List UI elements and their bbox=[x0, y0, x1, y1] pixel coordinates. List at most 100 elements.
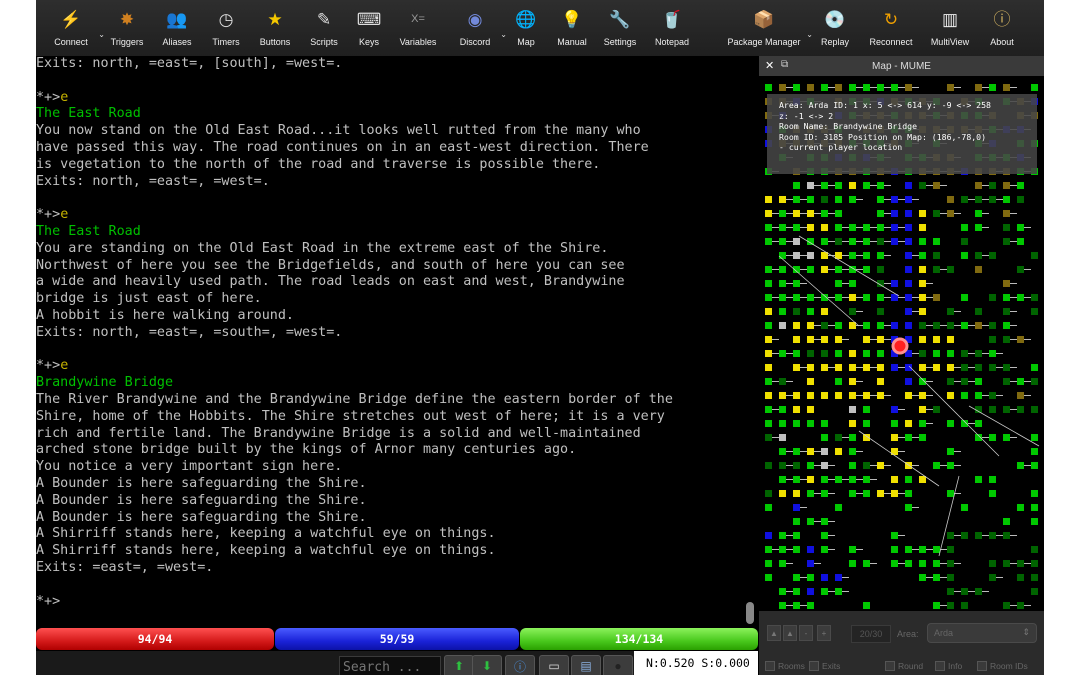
map-room-road[interactable] bbox=[779, 392, 786, 399]
map-room-road[interactable] bbox=[821, 364, 828, 371]
map-room-forest[interactable] bbox=[989, 364, 996, 371]
map-room-field[interactable] bbox=[877, 84, 884, 91]
map-room-field[interactable] bbox=[793, 280, 800, 287]
map-room-field[interactable] bbox=[877, 210, 884, 217]
map-room-water[interactable] bbox=[891, 364, 898, 371]
map-room-road[interactable] bbox=[849, 392, 856, 399]
map-room-field[interactable] bbox=[765, 266, 772, 273]
checkbox-box[interactable] bbox=[885, 661, 895, 671]
map-room-field[interactable] bbox=[765, 238, 772, 245]
map-room-forest[interactable] bbox=[1003, 406, 1010, 413]
map-room-field[interactable] bbox=[849, 84, 856, 91]
map-room-brown[interactable] bbox=[933, 294, 940, 301]
map-room-field[interactable] bbox=[765, 378, 772, 385]
map-room-forest[interactable] bbox=[1031, 378, 1038, 385]
map-room-forest[interactable] bbox=[919, 322, 926, 329]
toolbar-multiview-button[interactable]: ▥ MultiView bbox=[922, 0, 978, 56]
map-room-field[interactable] bbox=[765, 224, 772, 231]
map-room-field[interactable] bbox=[961, 294, 968, 301]
map-room-forest[interactable] bbox=[975, 350, 982, 357]
map-room-brown[interactable] bbox=[975, 322, 982, 329]
map-room-field[interactable] bbox=[779, 420, 786, 427]
map-room-forest[interactable] bbox=[1031, 560, 1038, 567]
map-room-field[interactable] bbox=[919, 546, 926, 553]
map-room-brown[interactable] bbox=[975, 266, 982, 273]
map-room-field[interactable] bbox=[779, 476, 786, 483]
map-room-road[interactable] bbox=[849, 364, 856, 371]
map-room-forest[interactable] bbox=[989, 294, 996, 301]
map-room-forest[interactable] bbox=[821, 322, 828, 329]
map-room-field[interactable] bbox=[863, 602, 870, 609]
map-room-forest[interactable] bbox=[1003, 308, 1010, 315]
map-room-water[interactable] bbox=[807, 546, 814, 553]
map-room-field[interactable] bbox=[835, 322, 842, 329]
map-room-road[interactable] bbox=[849, 322, 856, 329]
map-room-field[interactable] bbox=[821, 518, 828, 525]
map-room-forest[interactable] bbox=[1003, 602, 1010, 609]
map-room-forest[interactable] bbox=[1031, 406, 1038, 413]
map-room-stone[interactable] bbox=[807, 182, 814, 189]
map-room-field[interactable] bbox=[793, 476, 800, 483]
map-room-road[interactable] bbox=[793, 490, 800, 497]
map-room-field[interactable] bbox=[779, 266, 786, 273]
map-room-field[interactable] bbox=[919, 252, 926, 259]
map-room-field[interactable] bbox=[765, 546, 772, 553]
checkbox-box[interactable] bbox=[977, 661, 987, 671]
map-room-forest[interactable] bbox=[1017, 602, 1024, 609]
map-zoom-field[interactable]: 20/30 bbox=[851, 625, 891, 643]
map-room-forest[interactable] bbox=[947, 322, 954, 329]
map-room-road[interactable] bbox=[849, 182, 856, 189]
map-room-forest[interactable] bbox=[975, 252, 982, 259]
map-room-field[interactable] bbox=[877, 350, 884, 357]
map-room-road[interactable] bbox=[779, 490, 786, 497]
map-room-forest[interactable] bbox=[947, 602, 954, 609]
map-room-forest[interactable] bbox=[961, 350, 968, 357]
map-room-field[interactable] bbox=[1003, 196, 1010, 203]
map-room-field[interactable] bbox=[863, 476, 870, 483]
map-room-field[interactable] bbox=[919, 434, 926, 441]
map-room-field[interactable] bbox=[1031, 504, 1038, 511]
map-room-forest[interactable] bbox=[989, 560, 996, 567]
map-room-forest[interactable] bbox=[849, 308, 856, 315]
map-room-field[interactable] bbox=[1031, 434, 1038, 441]
map-room-field[interactable] bbox=[779, 308, 786, 315]
map-room-road[interactable] bbox=[849, 378, 856, 385]
map-room-field[interactable] bbox=[821, 210, 828, 217]
toolbar-scripts-button[interactable]: ✎ Scripts bbox=[300, 0, 348, 56]
map-room-water[interactable] bbox=[905, 294, 912, 301]
map-room-field[interactable] bbox=[961, 224, 968, 231]
map-room-road[interactable] bbox=[765, 364, 772, 371]
map-room-field[interactable] bbox=[1031, 448, 1038, 455]
map-room-field[interactable] bbox=[779, 532, 786, 539]
map-room-field[interactable] bbox=[779, 280, 786, 287]
map-room-road[interactable] bbox=[793, 322, 800, 329]
map-room-forest[interactable] bbox=[919, 182, 926, 189]
map-room-stone[interactable] bbox=[807, 252, 814, 259]
map-room-field[interactable] bbox=[863, 182, 870, 189]
map-room-field[interactable] bbox=[821, 434, 828, 441]
toolbar-about-button[interactable]: ⓘ About bbox=[978, 0, 1026, 56]
map-room-road[interactable] bbox=[821, 308, 828, 315]
map-room-road[interactable] bbox=[905, 392, 912, 399]
map-room-stone[interactable] bbox=[779, 322, 786, 329]
map-room-field[interactable] bbox=[849, 238, 856, 245]
map-room-field[interactable] bbox=[961, 504, 968, 511]
toolbar-notepad-button[interactable]: 🥤 Notepad bbox=[644, 0, 700, 56]
map-room-forest[interactable] bbox=[821, 350, 828, 357]
map-room-field[interactable] bbox=[765, 84, 772, 91]
map-room-field[interactable] bbox=[807, 518, 814, 525]
map-room-forest[interactable] bbox=[975, 308, 982, 315]
map-room-brown[interactable] bbox=[807, 84, 814, 91]
map-room-forest[interactable] bbox=[961, 196, 968, 203]
map-checkbox-room-ids[interactable]: Room IDs bbox=[977, 661, 1028, 671]
timestamp-button[interactable]: ▭ bbox=[539, 655, 569, 675]
map-room-road[interactable] bbox=[821, 224, 828, 231]
map-room-field[interactable] bbox=[849, 490, 856, 497]
toolbar-replay-button[interactable]: 💿 Replay bbox=[810, 0, 860, 56]
map-room-road[interactable] bbox=[877, 392, 884, 399]
map-room-field[interactable] bbox=[765, 322, 772, 329]
map-room-forest[interactable] bbox=[1017, 406, 1024, 413]
map-room-road[interactable] bbox=[919, 224, 926, 231]
map-room-road[interactable] bbox=[919, 210, 926, 217]
map-room-field[interactable] bbox=[905, 434, 912, 441]
